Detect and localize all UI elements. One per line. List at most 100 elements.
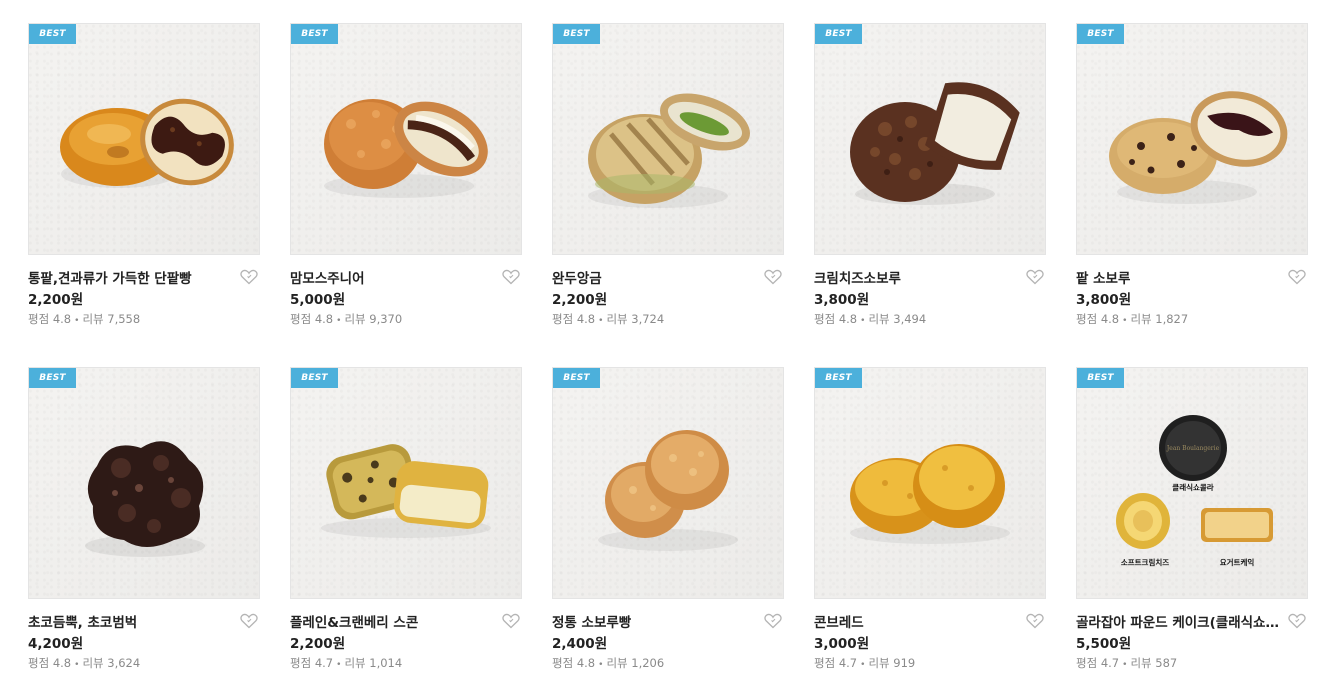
title-row: 크림치즈소보루 <box>814 267 1046 287</box>
heart-outline-icon[interactable] <box>502 613 520 629</box>
title-row: 통팥,견과류가 가득한 단팥빵 <box>28 267 260 287</box>
product-image[interactable]: Jean Boulangerie 클래식쇼콜라 소프트크림치즈 요거트케익 BE… <box>1076 367 1308 599</box>
title-row: 플레인&크랜베리 스콘 <box>290 611 522 631</box>
product-title[interactable]: 통팥,견과류가 가득한 단팥빵 <box>28 267 233 287</box>
best-badge: BEST <box>815 368 862 388</box>
heart-outline-icon[interactable] <box>1288 613 1306 629</box>
cake-label-3: 요거트케익 <box>1220 557 1255 567</box>
product-card[interactable]: BEST 콘브레드 3,000원 평점 4.7 • 리뷰 919 <box>814 367 1046 671</box>
product-price: 3,800원 <box>1076 292 1132 308</box>
rating-value: 4.8 <box>52 656 72 670</box>
product-image[interactable]: BEST <box>28 367 260 599</box>
product-meta: 평점 4.7 • 리뷰 919 <box>814 655 1046 671</box>
product-title[interactable]: 초코듬뿍, 초코범벅 <box>28 611 233 631</box>
product-image[interactable]: BEST <box>814 367 1046 599</box>
separator-dot: • <box>336 660 342 670</box>
review-label: 리뷰 <box>1130 312 1152 326</box>
title-row: 완두앙금 <box>552 267 784 287</box>
review-label: 리뷰 <box>344 312 366 326</box>
separator-dot: • <box>336 316 342 326</box>
product-card[interactable]: BEST 초코듬뿍, 초코범벅 4,200원 평점 4.8 • 리뷰 3,624 <box>28 367 260 671</box>
rating-label: 평점 <box>28 656 50 670</box>
product-photo-choco-bread <box>85 441 205 557</box>
title-row: 정통 소보루빵 <box>552 611 784 631</box>
product-meta: 평점 4.8 • 리뷰 3,624 <box>28 655 260 671</box>
review-label: 리뷰 <box>344 656 366 670</box>
best-badge: BEST <box>291 24 338 44</box>
heart-outline-icon[interactable] <box>240 269 258 285</box>
review-count: 7,558 <box>107 312 141 326</box>
product-image[interactable]: BEST <box>1076 23 1308 255</box>
review-count: 3,724 <box>631 312 665 326</box>
title-row: 콘브레드 <box>814 611 1046 631</box>
rating-value: 4.7 <box>838 656 858 670</box>
heart-outline-icon[interactable] <box>764 269 782 285</box>
product-title[interactable]: 맘모스주니어 <box>290 267 495 287</box>
product-title[interactable]: 완두앙금 <box>552 267 757 287</box>
product-title[interactable]: 팥 소보루 <box>1076 267 1281 287</box>
best-badge: BEST <box>553 368 600 388</box>
product-price: 2,200원 <box>28 292 84 308</box>
rating-value: 4.8 <box>576 656 596 670</box>
product-card[interactable]: BEST 팥 소보루 3,800원 평점 4.8 • 리뷰 1,827 <box>1076 23 1308 327</box>
heart-outline-icon[interactable] <box>240 613 258 629</box>
review-count: 1,206 <box>631 656 665 670</box>
heart-outline-icon[interactable] <box>1026 269 1044 285</box>
title-row: 초코듬뿍, 초코범벅 <box>28 611 260 631</box>
product-title[interactable]: 플레인&크랜베리 스콘 <box>290 611 495 631</box>
separator-dot: • <box>860 660 866 670</box>
review-count: 919 <box>893 656 916 670</box>
product-card[interactable]: BEST 플레인&크랜베리 스콘 2,200원 평점 4.7 • 리뷰 1,014 <box>290 367 522 671</box>
product-price: 2,200원 <box>552 292 608 308</box>
product-photo-mammoth-bread <box>324 99 488 198</box>
review-count: 3,494 <box>893 312 927 326</box>
product-price: 4,200원 <box>28 636 84 652</box>
rating-value: 4.7 <box>1100 656 1120 670</box>
product-title[interactable]: 크림치즈소보루 <box>814 267 1019 287</box>
product-title[interactable]: 정통 소보루빵 <box>552 611 757 631</box>
product-image[interactable]: BEST <box>814 23 1046 255</box>
product-image[interactable]: BEST <box>28 23 260 255</box>
product-photo-pea-paste-bread <box>588 93 750 208</box>
product-title[interactable]: 콘브레드 <box>814 611 1019 631</box>
title-row: 팥 소보루 <box>1076 267 1308 287</box>
product-image[interactable]: BEST <box>552 367 784 599</box>
product-card[interactable]: BEST 크림치즈소보루 3,800원 평점 4.8 • 리뷰 3,494 <box>814 23 1046 327</box>
best-badge: BEST <box>553 24 600 44</box>
rating-label: 평점 <box>552 312 574 326</box>
separator-dot: • <box>598 316 604 326</box>
product-image[interactable]: BEST <box>290 23 522 255</box>
rating-label: 평점 <box>552 656 574 670</box>
review-count: 1,014 <box>369 656 403 670</box>
review-label: 리뷰 <box>868 312 890 326</box>
best-badge: BEST <box>29 368 76 388</box>
product-price: 3,000원 <box>814 636 870 652</box>
review-label: 리뷰 <box>1130 656 1152 670</box>
product-card[interactable]: BEST 맘모스주니어 5,000원 평점 4.8 • 리뷰 9,370 <box>290 23 522 327</box>
product-image[interactable]: BEST <box>552 23 784 255</box>
product-photo-red-bean-soboro <box>1109 91 1288 204</box>
product-image[interactable]: BEST <box>290 367 522 599</box>
rating-label: 평점 <box>814 656 836 670</box>
product-title[interactable]: 골라잡아 파운드 케이크(클래식쇼… <box>1076 611 1281 631</box>
brand-mark-text: Jean Boulangerie <box>1166 445 1220 452</box>
product-card[interactable]: Jean Boulangerie 클래식쇼콜라 소프트크림치즈 요거트케익 BE… <box>1076 367 1308 671</box>
heart-outline-icon[interactable] <box>502 269 520 285</box>
product-price: 2,200원 <box>290 636 346 652</box>
product-price: 3,800원 <box>814 292 870 308</box>
product-meta: 평점 4.8 • 리뷰 1,827 <box>1076 311 1308 327</box>
product-meta: 평점 4.8 • 리뷰 9,370 <box>290 311 522 327</box>
heart-outline-icon[interactable] <box>764 613 782 629</box>
rating-label: 평점 <box>28 312 50 326</box>
rating-label: 평점 <box>814 312 836 326</box>
product-card[interactable]: BEST 정통 소보루빵 2,400원 평점 4.8 • 리뷰 1,206 <box>552 367 784 671</box>
rating-value: 4.8 <box>838 312 858 326</box>
product-card[interactable]: BEST 통팥,견과류가 가득한 단팥빵 2,200원 평점 4.8 • 리뷰 7,… <box>28 23 260 327</box>
product-card[interactable]: BEST 완두앙금 2,200원 평점 4.8 • 리뷰 3,724 <box>552 23 784 327</box>
best-badge: BEST <box>1077 24 1124 44</box>
heart-outline-icon[interactable] <box>1026 613 1044 629</box>
review-count: 1,827 <box>1155 312 1189 326</box>
product-meta: 평점 4.7 • 리뷰 587 <box>1076 655 1308 671</box>
heart-outline-icon[interactable] <box>1288 269 1306 285</box>
rating-value: 4.8 <box>1100 312 1120 326</box>
